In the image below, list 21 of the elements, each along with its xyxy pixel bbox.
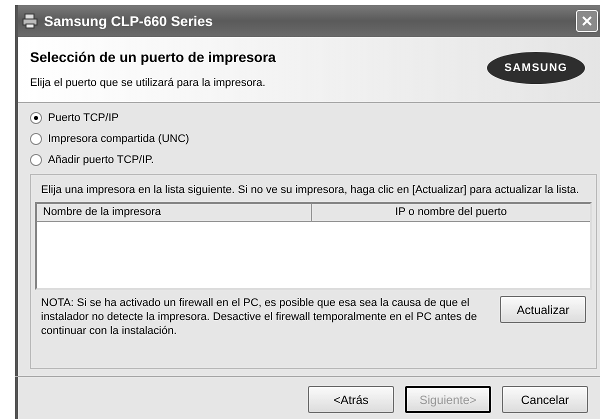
radio-option[interactable]: Añadir puerto TCP/IP.	[30, 152, 600, 168]
radio-button[interactable]	[30, 112, 42, 124]
column-header[interactable]: IP o nombre del puerto	[312, 204, 590, 222]
radio-button[interactable]	[30, 133, 42, 145]
column-header[interactable]: Nombre de la impresora	[37, 204, 312, 222]
refresh-button[interactable]: Actualizar	[500, 296, 586, 323]
dialog-button[interactable]: Cancelar	[502, 386, 588, 413]
printer-icon	[22, 13, 38, 29]
window-title: Samsung CLP-660 Series	[44, 12, 213, 31]
header-title: Selección de un puerto de impresora	[30, 48, 276, 67]
logo: SAMSUNG	[487, 52, 585, 84]
printer-list[interactable]: Nombre de la impresora IP o nombre del puerto	[35, 202, 592, 290]
close-button[interactable]	[576, 10, 598, 32]
radio-option[interactable]: Impresora compartida (UNC)	[30, 131, 600, 147]
close-icon	[582, 16, 592, 26]
header-subtitle: Elija el puerto que se utilizará para la impresora.	[30, 76, 266, 91]
note-text: NOTA: Si se ha activado un firewall en el PC, es posible que esa sea la causa de que el instalador no detecte la impresora. Desactive el firewall temporalmente en el PC antes de continuar con la instalación.	[41, 296, 478, 338]
radio-option[interactable]: Puerto TCP/IP	[30, 110, 600, 126]
radio-button[interactable]	[30, 154, 42, 166]
instructions-text: Elija una impresora en la lista siguiente. Si no ve su impresora, haga clic en [Actualizar] para actualizar la lista.	[40, 183, 580, 197]
dialog-button[interactable]: <Atrás	[308, 386, 394, 413]
